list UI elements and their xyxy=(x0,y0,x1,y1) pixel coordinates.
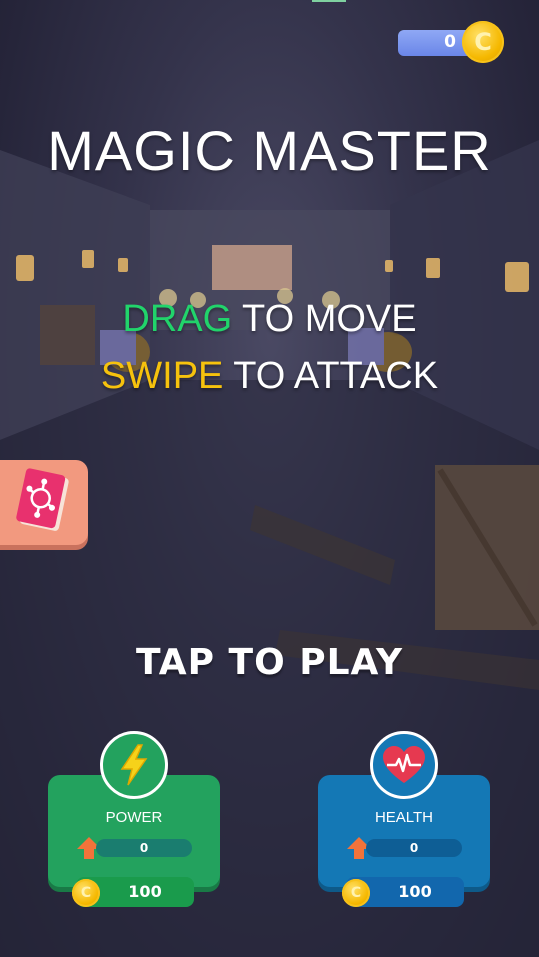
lightning-icon xyxy=(120,744,148,786)
health-level: 0 xyxy=(409,841,419,855)
health-badge xyxy=(370,731,438,799)
power-badge xyxy=(100,731,168,799)
swipe-text: TO ATTACK xyxy=(223,355,439,397)
heart-icon xyxy=(383,746,425,783)
coin-icon: C xyxy=(72,879,100,907)
health-level-bar: 0 xyxy=(366,839,462,857)
health-label: HEALTH xyxy=(374,809,434,826)
drag-keyword: DRAG xyxy=(122,298,233,340)
drag-text: TO MOVE xyxy=(232,298,417,340)
tap-to-play-prompt[interactable]: TAP TO PLAY xyxy=(0,642,539,683)
status-marker xyxy=(312,0,346,2)
swipe-keyword: SWIPE xyxy=(100,355,224,397)
power-level-bar: 0 xyxy=(96,839,192,857)
spellbook-icon xyxy=(16,468,69,531)
power-label: POWER xyxy=(105,809,163,826)
coin-count: 0 xyxy=(444,32,456,52)
power-upgrade-card[interactable]: POWER 0 100 C xyxy=(48,731,220,907)
instruction-swipe: SWIPE TO ATTACK xyxy=(0,355,539,398)
instruction-drag: DRAG TO MOVE xyxy=(0,298,539,341)
power-level: 0 xyxy=(139,841,149,855)
coin-icon: C xyxy=(342,879,370,907)
health-upgrade-card[interactable]: HEALTH 0 100 C xyxy=(318,731,490,907)
spellbook-button[interactable] xyxy=(0,460,88,545)
health-price: 100 xyxy=(398,882,432,901)
power-price: 100 xyxy=(128,882,162,901)
coin-icon: C xyxy=(462,21,504,63)
game-title: MAGIC MASTER xyxy=(47,119,492,182)
